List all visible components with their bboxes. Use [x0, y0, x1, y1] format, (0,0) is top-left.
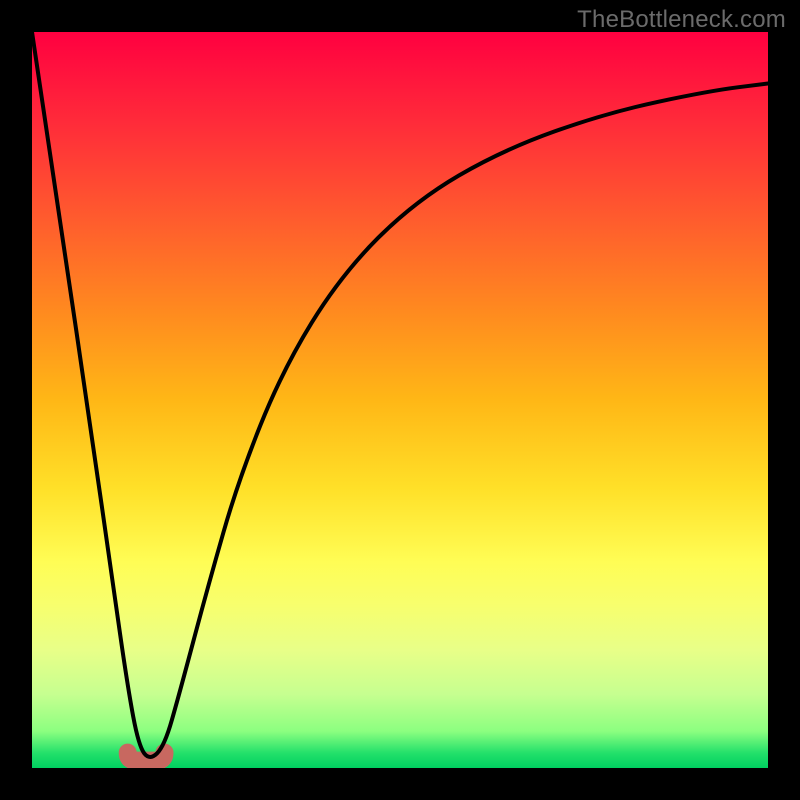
chart-svg [32, 32, 768, 768]
bottleneck-curve-path [32, 32, 768, 757]
plot-area [32, 32, 768, 768]
chart-frame: TheBottleneck.com [0, 0, 800, 800]
watermark-text: TheBottleneck.com [577, 6, 786, 34]
